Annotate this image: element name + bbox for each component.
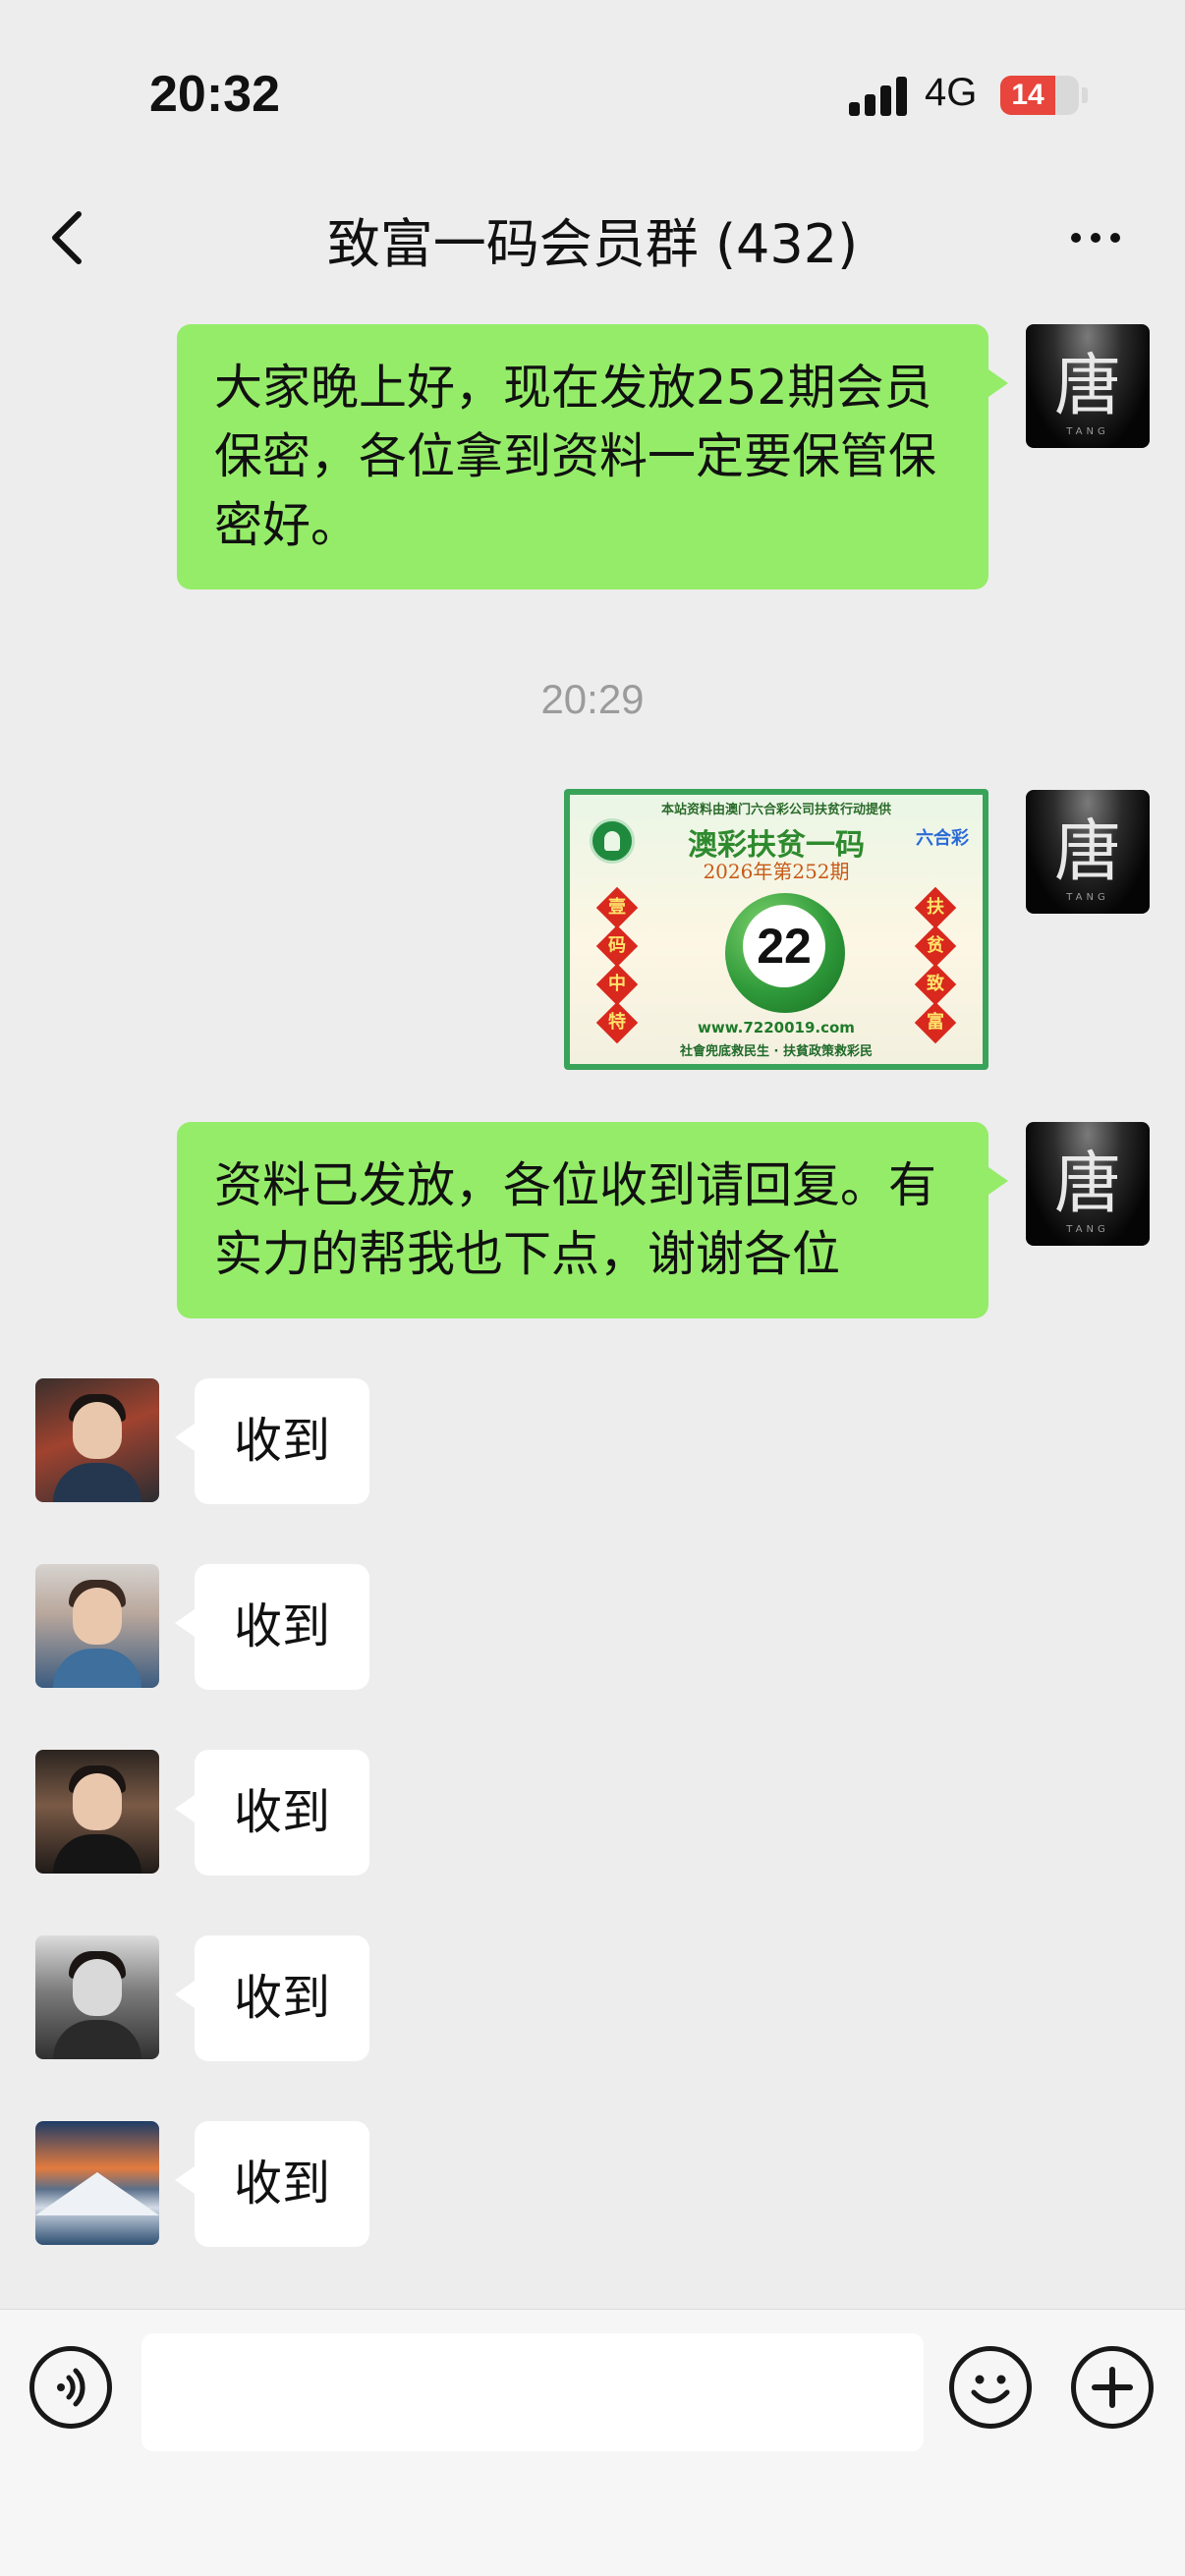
image-char: 扶 [927,897,944,918]
avatar-glyph: 唐 [1053,813,1121,891]
sender-avatar[interactable]: 唐 TANG [1026,1122,1150,1246]
lottery-ball: 22 [725,893,845,1013]
member-avatar[interactable] [35,2121,159,2245]
image-char: 码 [608,935,626,956]
image-top-line: 本站资料由澳门六合彩公司扶贫行动提供 [660,803,891,817]
message-bubble-outgoing[interactable]: 资料已发放，各位收到请回复。有实力的帮我也下点，谢谢各位 [177,1122,1008,1318]
message-bubble-incoming[interactable]: 收到 [174,1750,370,1876]
network-type: 4G [925,71,978,114]
chevron-left-icon [52,211,82,264]
image-issue: 2026年第252期 [703,860,850,883]
message-bubble-incoming[interactable]: 收到 [174,1935,370,2061]
sender-avatar[interactable]: 唐 TANG [1026,790,1150,914]
message-input[interactable] [141,2333,924,2451]
image-char: 致 [927,974,944,994]
message-bubble-outgoing[interactable]: 大家晚上好，现在发放252期会员保密，各位拿到资料一定要保管保密好。 [177,324,1008,589]
message-bubble-incoming[interactable]: 收到 [174,1378,370,1504]
avatar-glyph: 唐 [1053,1146,1121,1223]
signal-icon [849,75,908,116]
avatar-subtext: TANG [1066,1224,1109,1235]
nav-bar: 致富一码会员群 (432) [0,167,1185,305]
member-avatar[interactable] [35,1935,159,2059]
avatar-subtext: TANG [1066,426,1109,437]
more-button[interactable] [1061,216,1130,255]
emoji-icon [971,2375,1010,2404]
emoji-button[interactable] [949,2346,1032,2429]
sender-avatar[interactable]: 唐 TANG [1026,324,1150,448]
message-timestamp: 20:29 [540,676,645,722]
chat-title: 致富一码会员群 (432) [326,213,859,275]
member-avatar[interactable] [35,1750,159,1874]
battery-icon: 14 [1000,76,1079,115]
plus-button[interactable] [1071,2346,1154,2429]
voice-button[interactable] [29,2346,112,2429]
voice-icon [57,2368,85,2407]
message-bubble-incoming[interactable]: 收到 [174,1564,370,1690]
avatar-subtext: TANG [1066,892,1109,903]
message-bubble-incoming[interactable]: 收到 [174,2121,370,2247]
lottery-image: 本站资料由澳门六合彩公司扶贫行动提供 六合彩 澳彩扶贫一码 2026年第252期… [570,795,983,1064]
battery-level: 14 [1011,79,1044,111]
member-avatar[interactable] [35,1378,159,1502]
status-time: 20:32 [149,66,280,123]
image-message[interactable]: 本站资料由澳门六合彩公司扶贫行动提供 六合彩 澳彩扶贫一码 2026年第252期… [564,789,988,1070]
image-slogan: 社會兜底救民生 · 扶貧政策救彩民 [680,1044,873,1059]
avatar-glyph: 唐 [1053,348,1121,425]
member-avatar[interactable] [35,1564,159,1688]
image-url: www.7220019.com [698,1019,855,1036]
image-char: 壹 [608,897,626,918]
back-button[interactable] [35,198,104,277]
battery-tip [1082,87,1088,103]
image-char: 中 [608,974,626,994]
image-char: 贫 [927,935,944,956]
status-bar: 20:32 4G 14 [0,0,1185,147]
input-bar [0,2309,1185,2576]
lottery-number: 22 [743,905,825,987]
chat-screen: 20:32 4G 14 致富一码会员群 (432) 大家晚上好，现在发放252期… [0,0,1185,2576]
